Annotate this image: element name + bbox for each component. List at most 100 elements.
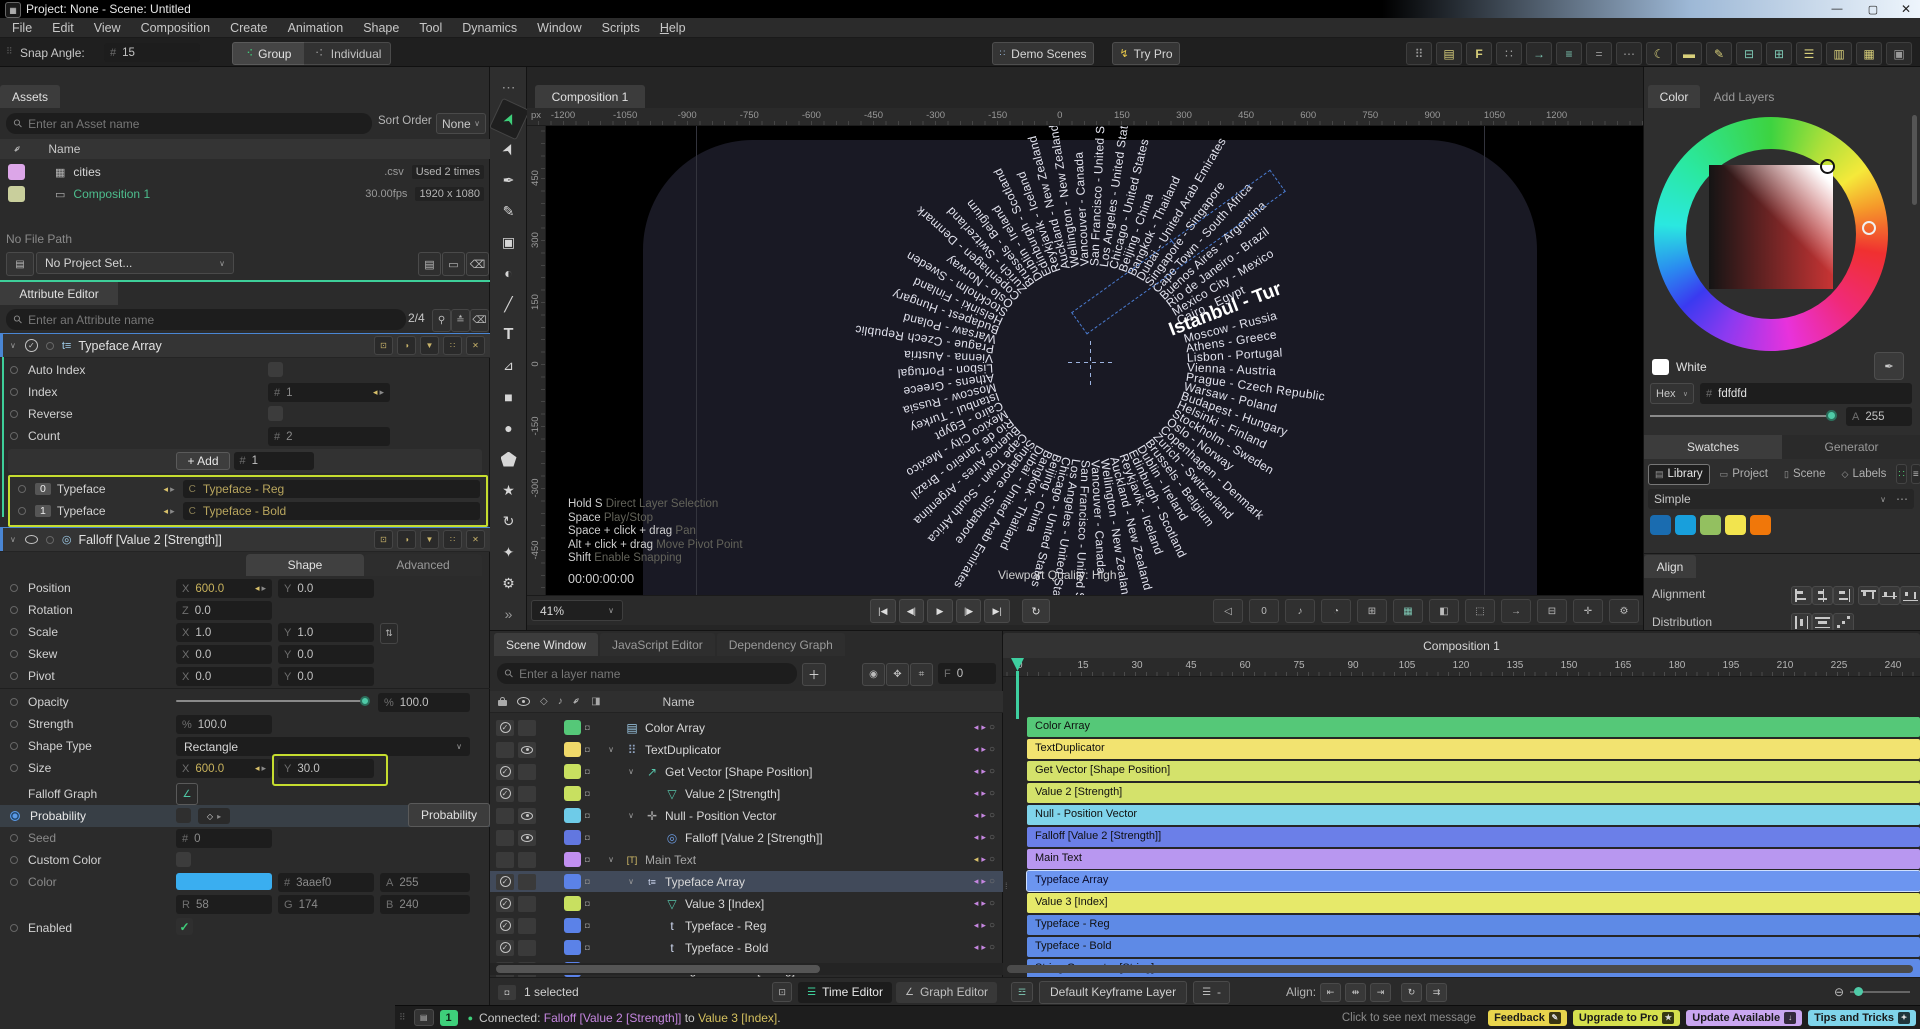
layer-row[interactable]: ✓◘▽Value 2 [Strength]◂▸○ xyxy=(490,783,1003,804)
try-pro-button[interactable]: ↯Try Pro xyxy=(1112,42,1180,65)
tool-text-icon[interactable]: T xyxy=(493,321,524,349)
rewind-icon[interactable]: ◁ xyxy=(1213,599,1243,623)
layer-enable-cell[interactable]: ✓ xyxy=(496,940,514,956)
keyframe-dot[interactable] xyxy=(10,410,18,418)
probability-keyframe-widget[interactable]: ◇▸ xyxy=(198,808,230,824)
falloff-graph-button[interactable]: ∠ xyxy=(176,783,198,805)
tool-star-alt-icon[interactable]: ✦ xyxy=(493,538,524,566)
messages-icon[interactable]: ▤ xyxy=(414,1009,434,1026)
keyframe-next-icon[interactable]: ▸ xyxy=(981,942,986,953)
tool-star-icon[interactable]: ★ xyxy=(493,476,524,504)
tab-attribute-editor[interactable]: Attribute Editor xyxy=(0,282,118,305)
probability-checkbox[interactable] xyxy=(176,808,191,823)
layer-visibility-cell[interactable] xyxy=(518,720,536,736)
value-field[interactable]: R58 xyxy=(176,895,272,914)
expand-chevron-icon[interactable]: ∨ xyxy=(603,855,619,864)
prev-frame-button[interactable]: ◀| xyxy=(899,599,925,623)
close-button[interactable]: ✕ xyxy=(1892,0,1920,18)
badge-tips-and-tricks[interactable]: Tips and Tricks✦ xyxy=(1808,1010,1916,1026)
timeline-bar[interactable]: TextDuplicator xyxy=(1027,739,1920,759)
keyframe-prev-icon[interactable]: ◂ xyxy=(974,832,979,843)
kf-align-mid-button[interactable]: ⇹ xyxy=(1345,983,1366,1002)
custom-color-checkbox[interactable] xyxy=(176,852,191,867)
layer-visibility-cell[interactable] xyxy=(518,896,536,912)
typeface-value-field[interactable]: CTypeface - Bold xyxy=(183,502,480,520)
grid-snap-icon[interactable]: ⊞ xyxy=(1357,599,1387,623)
layer-enable-cell[interactable]: ✓ xyxy=(496,786,514,802)
grid-button[interactable]: ∷ xyxy=(443,336,462,355)
tool-more-icon[interactable]: ⋯ xyxy=(493,73,524,101)
keyframe-dot[interactable] xyxy=(10,924,18,932)
hex-field[interactable]: #fdfdfd xyxy=(1700,383,1912,404)
dashes-icon[interactable]: = xyxy=(1586,42,1612,65)
timeline-bar[interactable]: Falloff [Value 2 [Strength]] xyxy=(1027,827,1920,847)
timeline-ruler[interactable]: 0153045607590105120135150165180195210225… xyxy=(1003,658,1920,677)
keyframe-prev-icon[interactable]: ◂ xyxy=(255,763,260,774)
section-header[interactable]: ∨✓t≡Typeface Array⊡◑▼∷✕ xyxy=(0,333,490,358)
alpha-field[interactable]: A255 xyxy=(1846,407,1912,426)
close-section-button[interactable]: ✕ xyxy=(466,336,485,355)
keyframe-prev-icon[interactable]: ◂ xyxy=(974,854,979,865)
keyframe-dot[interactable] xyxy=(10,878,18,886)
color-swatch[interactable] xyxy=(176,873,272,890)
keyframe-dot[interactable] xyxy=(10,388,18,396)
asset-color-swatch[interactable] xyxy=(8,164,25,180)
tab-add-layers[interactable]: Add Layers xyxy=(1702,85,1786,108)
swatch-chip[interactable] xyxy=(1675,515,1696,535)
zoom-slider-handle[interactable] xyxy=(1854,987,1863,996)
next-message-hint[interactable]: Click to see next message xyxy=(1342,1012,1476,1024)
keyframe-next-icon[interactable]: ▸ xyxy=(170,506,175,517)
enable-toggle[interactable]: ✓ xyxy=(25,339,38,352)
layer-row[interactable]: ◘∨✛Null - Position Vector◂▸○ xyxy=(490,805,1003,826)
scale-link-icon[interactable]: ⇅ xyxy=(380,623,398,644)
value-field[interactable]: X0.0 xyxy=(176,645,272,664)
value-field[interactable]: #0 xyxy=(176,829,272,848)
scene-h-scrollbar[interactable] xyxy=(496,965,820,973)
layer-visibility-cell[interactable] xyxy=(518,852,536,868)
move-icon[interactable]: ✛ xyxy=(1573,599,1603,623)
keyframe-dot[interactable] xyxy=(10,606,18,614)
timeline-bar[interactable]: Typeface - Reg xyxy=(1027,915,1920,935)
maximize-button[interactable]: ▢ xyxy=(1858,0,1888,18)
expand-chevron-icon[interactable]: ∨ xyxy=(623,811,639,820)
card-icon[interactable]: ▬ xyxy=(1676,42,1702,65)
frame-button[interactable]: ▭ xyxy=(442,252,465,276)
asset-row[interactable]: ▭Composition 130.00fps1920 x 1080 xyxy=(0,183,490,205)
keyframe-dot[interactable] xyxy=(10,432,18,440)
menu-edit[interactable]: Edit xyxy=(42,21,84,35)
layer-row[interactable]: ◘◎Falloff [Value 2 [Strength]]◂▸○ xyxy=(490,827,1003,848)
timeline-bar[interactable]: Color Array xyxy=(1027,717,1920,737)
audio-icon[interactable]: ♪ xyxy=(1285,599,1315,623)
visibility-toggle[interactable] xyxy=(25,535,38,544)
loop-button[interactable]: ↻ xyxy=(1022,599,1050,623)
layer-color-swatch[interactable] xyxy=(564,918,581,933)
keyframe-dot-icon[interactable]: ○ xyxy=(989,920,995,931)
layers-icon[interactable]: ⊟ xyxy=(1537,599,1567,623)
zoom-slider[interactable] xyxy=(1850,991,1910,993)
keyframe-next-icon[interactable]: ▸ xyxy=(981,876,986,887)
menu-composition[interactable]: Composition xyxy=(131,21,220,35)
tool-pen-icon[interactable]: ✒ xyxy=(493,166,524,194)
align-lines-icon[interactable]: ≡ xyxy=(1556,42,1582,65)
layer-row[interactable]: ✓◘▤Color Array◂▸○ xyxy=(490,717,1003,738)
camera-icon[interactable]: ▣ xyxy=(1886,42,1912,65)
keyframe-next-icon[interactable]: ▸ xyxy=(981,744,986,755)
value-field[interactable]: X600.0◂▸ xyxy=(176,579,272,598)
swatch-chip[interactable] xyxy=(1725,515,1746,535)
timeline-bar[interactable]: Get Vector [Shape Position] xyxy=(1027,761,1920,781)
align-left-button[interactable] xyxy=(1791,586,1812,605)
sort-order-select[interactable]: None∨ xyxy=(436,113,486,134)
open-folder-button[interactable]: ▤ xyxy=(418,252,441,276)
minimize-button[interactable]: — xyxy=(1822,0,1852,18)
layer-color-swatch[interactable] xyxy=(564,940,581,955)
eyedropper-button[interactable]: ✒ xyxy=(1874,352,1904,380)
add-count-field[interactable]: #1 xyxy=(234,452,314,470)
badge-feedback[interactable]: Feedback✎ xyxy=(1488,1010,1567,1026)
grid-display-icon[interactable]: ▦ xyxy=(1393,599,1423,623)
tool-camera-icon[interactable]: ▣ xyxy=(493,228,524,256)
keyframe-dot[interactable] xyxy=(10,742,18,750)
keyframe-next-icon[interactable]: ▸ xyxy=(981,766,986,777)
keyframe-next-icon[interactable]: ▸ xyxy=(261,583,266,594)
tool-line-icon[interactable]: ╱ xyxy=(493,290,524,318)
layer-visibility-cell[interactable] xyxy=(518,786,536,802)
